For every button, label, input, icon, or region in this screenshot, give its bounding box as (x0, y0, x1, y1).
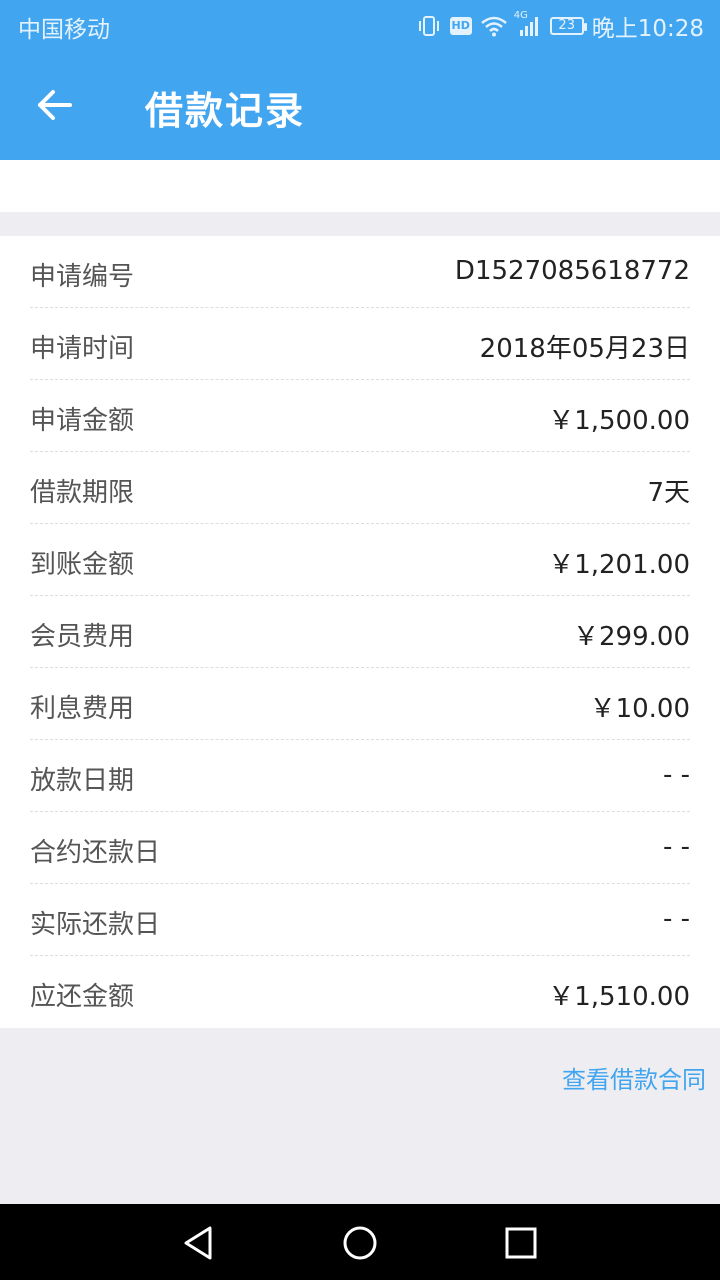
detail-value: ￥1,201.00 (548, 550, 690, 580)
network-type-label: 4G (513, 10, 528, 21)
detail-row-disbursement-date: 放款日期 - - (30, 740, 690, 812)
detail-label: 实际还款日 (30, 910, 161, 940)
detail-label: 应还金额 (30, 982, 135, 1012)
detail-label: 会员费用 (30, 622, 135, 652)
detail-label: 合约还款日 (30, 838, 161, 868)
detail-value: ￥299.00 (573, 622, 690, 652)
circle-home-icon (343, 1226, 377, 1260)
detail-label: 放款日期 (30, 766, 135, 796)
detail-row-interest-fee: 利息费用 ￥10.00 (30, 668, 690, 740)
system-recents-button[interactable] (502, 1224, 540, 1262)
detail-row-loan-term: 借款期限 7天 (30, 452, 690, 524)
detail-value: ￥10.00 (589, 694, 690, 724)
system-home-button[interactable] (341, 1224, 379, 1262)
wifi-icon (480, 14, 508, 38)
page-title: 借款记录 (145, 89, 306, 133)
square-recents-icon (505, 1227, 537, 1259)
detail-row-application-amount: 申请金额 ￥1,500.00 (30, 380, 690, 452)
carrier-name: 中国移动 (18, 17, 110, 43)
app-header: 中国移动 HD 4G 23 晚上10:28 借款记录 (0, 0, 720, 160)
header-spacer (0, 160, 720, 212)
detail-value: D1527085618772 (454, 256, 690, 286)
detail-label: 到账金额 (30, 550, 135, 580)
detail-value: 7天 (647, 478, 690, 508)
detail-row-received-amount: 到账金额 ￥1,201.00 (30, 524, 690, 596)
detail-row-application-id: 申请编号 D1527085618772 (30, 236, 690, 308)
vibrate-icon (416, 14, 442, 38)
system-navigation-bar (0, 1204, 720, 1280)
battery-icon: 23 (549, 17, 587, 35)
triangle-back-icon (184, 1226, 212, 1260)
detail-row-application-time: 申请时间 2018年05月23日 (30, 308, 690, 380)
detail-row-amount-due: 应还金额 ￥1,510.00 (30, 956, 690, 1028)
view-contract-link[interactable]: 查看借款合同 (562, 1060, 706, 1095)
signal-icon: 4G (514, 10, 542, 38)
system-back-button[interactable] (180, 1224, 218, 1262)
arrow-left-icon (38, 90, 72, 120)
detail-value: ￥1,510.00 (548, 982, 690, 1012)
detail-label: 借款期限 (30, 478, 135, 508)
status-icons: HD 4G 23 晚上10:28 (416, 9, 704, 43)
detail-value: ￥1,500.00 (548, 406, 690, 436)
detail-row-contract-due-date: 合约还款日 - - (30, 812, 690, 884)
status-bar: 中国移动 HD 4G 23 晚上10:28 (0, 0, 720, 50)
detail-row-membership-fee: 会员费用 ￥299.00 (30, 596, 690, 668)
detail-label: 申请时间 (30, 334, 135, 364)
detail-value: - - (662, 760, 690, 790)
loan-detail-card: 申请编号 D1527085618772 申请时间 2018年05月23日 申请金… (0, 236, 720, 1028)
detail-row-actual-repayment-date: 实际还款日 - - (30, 884, 690, 956)
status-time: 晚上10:28 (591, 16, 704, 42)
back-button[interactable] (34, 84, 76, 126)
hd-icon: HD (449, 17, 472, 35)
detail-label: 利息费用 (30, 694, 135, 724)
detail-value: - - (662, 832, 690, 862)
detail-value: 2018年05月23日 (479, 334, 690, 364)
nav-bar: 借款记录 (0, 50, 720, 160)
detail-value: - - (662, 904, 690, 934)
detail-label: 申请编号 (30, 262, 135, 292)
detail-label: 申请金额 (30, 406, 135, 436)
